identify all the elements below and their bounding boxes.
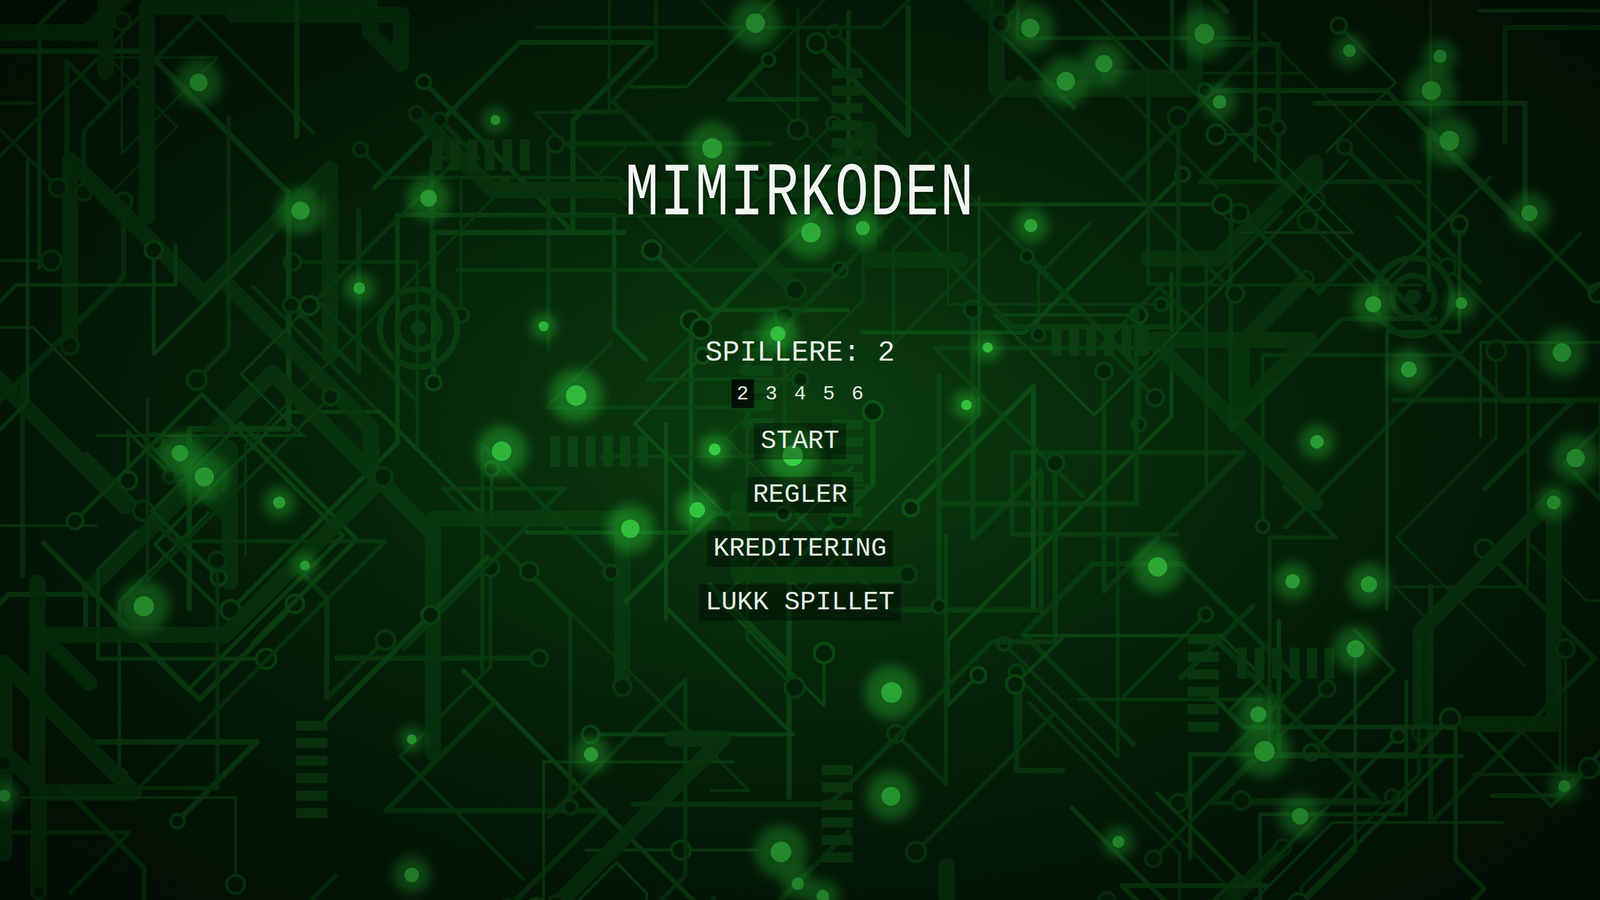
player-count-option[interactable]: 6: [846, 379, 870, 408]
main-menu: MIMIRKODENSPILLERE: 223456STARTREGLERKRE…: [0, 0, 1600, 621]
menu-button[interactable]: REGLER: [746, 476, 854, 513]
menu-button[interactable]: LUKK SPILLET: [699, 584, 901, 621]
player-count-option[interactable]: 3: [760, 379, 783, 408]
menu-button[interactable]: START: [754, 422, 846, 460]
player-count-options: 23456: [731, 379, 870, 408]
player-count-option[interactable]: 2: [731, 379, 755, 408]
title-wrap: MIMIRKODEN: [624, 156, 975, 234]
menu-button[interactable]: KREDITERING: [707, 530, 893, 567]
player-count-option[interactable]: 4: [789, 379, 812, 408]
menu-buttons: START REGLER KREDITERING LUKK SPILLET: [699, 422, 901, 621]
main-menu-screen: MIMIRKODENSPILLERE: 223456STARTREGLERKRE…: [0, 0, 1600, 900]
player-count-option[interactable]: 5: [817, 379, 841, 408]
game-title: MIMIRKODEN: [624, 142, 975, 247]
players-label: SPILLERE: 2: [705, 334, 896, 372]
